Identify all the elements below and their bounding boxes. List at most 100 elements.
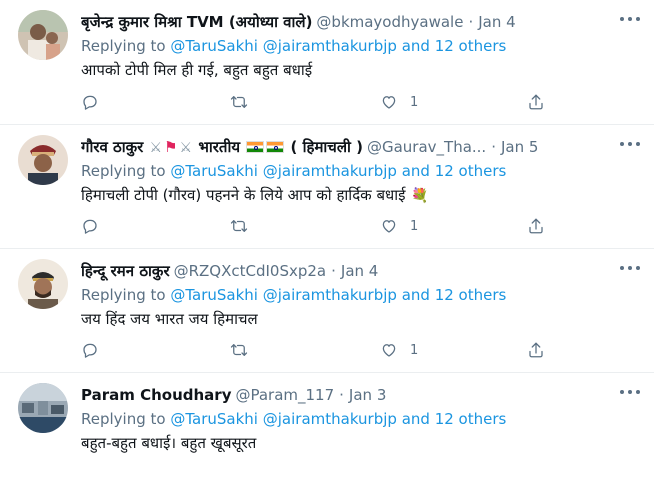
more-icon[interactable] (620, 12, 640, 26)
mention-link[interactable]: @TaruSakhi (170, 410, 258, 428)
more-icon[interactable] (620, 385, 640, 399)
author-handle[interactable]: @RZQXctCdI0Sxp2a (174, 259, 327, 283)
more-icon[interactable] (620, 261, 640, 275)
india-flag-icon (266, 141, 285, 153)
tweet-date[interactable]: Jan 3 (349, 383, 386, 407)
tweet-card[interactable]: हिन्दू रमन ठाकुर @RZQXctCdI0Sxp2a · Jan … (0, 249, 654, 373)
author-handle[interactable]: @Param_117 (235, 383, 334, 407)
others-link[interactable]: 12 others (435, 410, 507, 428)
author-name-part: भारतीय (198, 137, 241, 156)
replying-to: Replying to @TaruSakhi @jairamthakurbjp … (81, 34, 640, 58)
reply-icon (83, 219, 97, 234)
tweet-body: Param Choudhary @Param_117 · Jan 3 Reply… (81, 383, 640, 455)
like-icon (382, 220, 396, 233)
tweet-date[interactable]: Jan 4 (341, 259, 378, 283)
tweet-body: बृजेन्द्र कुमार मिश्रा TVM (अयोध्या वाले… (81, 10, 640, 82)
author-name[interactable]: गौरव ठाकुर ⚔ ⚑ ⚔ भारतीय ( हिमाचली ) (81, 135, 363, 159)
like-button[interactable]: 1 (380, 338, 418, 362)
reply-icon (83, 343, 97, 358)
tweet-text-content: हिमाचली टोपी (गौरव) पहनने के लिये आप को … (81, 186, 406, 204)
author-handle[interactable]: @Gaurav_Tha... (367, 135, 486, 159)
more-icon[interactable] (620, 137, 640, 151)
tweet-header: हिन्दू रमन ठाकुर @RZQXctCdI0Sxp2a · Jan … (81, 259, 640, 283)
crossed-swords-icon: ⚔ (149, 139, 163, 156)
author-name[interactable]: हिन्दू रमन ठाकुर (81, 259, 170, 283)
author-name[interactable]: Param Choudhary (81, 383, 231, 407)
retweet-icon (230, 96, 248, 108)
like-icon (382, 344, 396, 357)
red-flag-icon: ⚑ (164, 137, 178, 156)
reply-button[interactable] (81, 338, 99, 362)
tweet-date[interactable]: Jan 5 (501, 135, 538, 159)
separator-dot: · (491, 138, 496, 156)
tweet-actions: 1 (81, 90, 640, 114)
share-icon (529, 342, 543, 358)
avatar[interactable] (18, 135, 68, 185)
and-text: and (396, 37, 435, 55)
tweet-header: गौरव ठाकुर ⚔ ⚑ ⚔ भारतीय ( हिमाचली ) @Gaura… (81, 135, 640, 159)
like-icon (382, 96, 396, 109)
others-link[interactable]: 12 others (435, 286, 507, 304)
avatar[interactable] (18, 383, 68, 433)
reply-button[interactable] (81, 90, 99, 114)
replying-to-label: Replying to (81, 37, 171, 55)
mention-link[interactable]: @jairamthakurbjp (263, 286, 397, 304)
like-count: 1 (410, 342, 419, 358)
tweet-body: हिन्दू रमन ठाकुर @RZQXctCdI0Sxp2a · Jan … (81, 259, 640, 331)
replying-to-label: Replying to (81, 162, 171, 180)
others-link[interactable]: 12 others (435, 37, 507, 55)
share-icon (529, 218, 543, 234)
bouquet-icon: 💐 (411, 188, 429, 204)
mention-link[interactable]: @TaruSakhi (170, 37, 258, 55)
author-handle[interactable]: @bkmayodhyawale (316, 10, 463, 34)
mention-link[interactable]: @jairamthakurbjp (263, 37, 397, 55)
and-text: and (396, 286, 435, 304)
retweet-button[interactable] (230, 214, 248, 238)
mention-link[interactable]: @TaruSakhi (170, 286, 258, 304)
crossed-swords-icon: ⚔ (179, 139, 193, 156)
avatar[interactable] (18, 10, 68, 60)
replying-to: Replying to @TaruSakhi @jairamthakurbjp … (81, 159, 640, 183)
tweet-actions: 1 (81, 338, 640, 362)
retweet-icon (230, 220, 248, 232)
author-name-part: ( हिमाचली ) (290, 137, 363, 156)
replying-to-label: Replying to (81, 286, 171, 304)
author-name[interactable]: बृजेन्द्र कुमार मिश्रा TVM (अयोध्या वाले… (81, 10, 312, 34)
tweet-card[interactable]: गौरव ठाकुर ⚔ ⚑ ⚔ भारतीय ( हिमाचली ) @Gaura… (0, 125, 654, 249)
avatar[interactable] (18, 259, 68, 309)
replying-to: Replying to @TaruSakhi @jairamthakurbjp … (81, 407, 640, 431)
mention-link[interactable]: @jairamthakurbjp (263, 162, 397, 180)
retweet-button[interactable] (230, 338, 248, 362)
separator-dot: · (331, 262, 336, 280)
india-flag-icon (246, 141, 265, 153)
tweet-header: बृजेन्द्र कुमार मिश्रा TVM (अयोध्या वाले… (81, 10, 640, 34)
mention-link[interactable]: @TaruSakhi (170, 162, 258, 180)
like-count: 1 (410, 218, 419, 234)
mention-link[interactable]: @jairamthakurbjp (263, 410, 397, 428)
tweet-date[interactable]: Jan 4 (478, 10, 515, 34)
tweet-text: बहुत-बहुत बधाई। बहुत खूबसूरत (81, 434, 257, 452)
tweet-card[interactable]: बृजेन्द्र कुमार मिश्रा TVM (अयोध्या वाले… (0, 0, 654, 125)
author-name-part: गौरव ठाकुर (81, 137, 144, 156)
share-button[interactable] (527, 90, 545, 114)
separator-dot: · (468, 13, 474, 31)
like-button[interactable]: 1 (380, 90, 418, 114)
like-count: 1 (410, 94, 419, 110)
tweet-header: Param Choudhary @Param_117 · Jan 3 (81, 383, 640, 407)
reply-feed: बृजेन्द्र कुमार मिश्रा TVM (अयोध्या वाले… (0, 0, 654, 499)
replying-to: Replying to @TaruSakhi @jairamthakurbjp … (81, 283, 640, 307)
share-icon (529, 94, 543, 110)
retweet-button[interactable] (230, 90, 248, 114)
share-button[interactable] (527, 214, 545, 238)
tweet-text: आपको टोपी मिल ही गई, बहुत बहुत बधाई (81, 61, 313, 79)
share-button[interactable] (527, 338, 545, 362)
tweet-text: हिमाचली टोपी (गौरव) पहनने के लिये आप को … (81, 183, 640, 208)
reply-icon (83, 95, 97, 110)
reply-button[interactable] (81, 214, 99, 238)
others-link[interactable]: 12 others (435, 162, 507, 180)
separator-dot: · (339, 386, 344, 404)
replying-to-label: Replying to (81, 410, 171, 428)
tweet-card[interactable]: Param Choudhary @Param_117 · Jan 3 Reply… (0, 373, 654, 499)
and-text: and (396, 162, 435, 180)
like-button[interactable]: 1 (380, 214, 418, 238)
